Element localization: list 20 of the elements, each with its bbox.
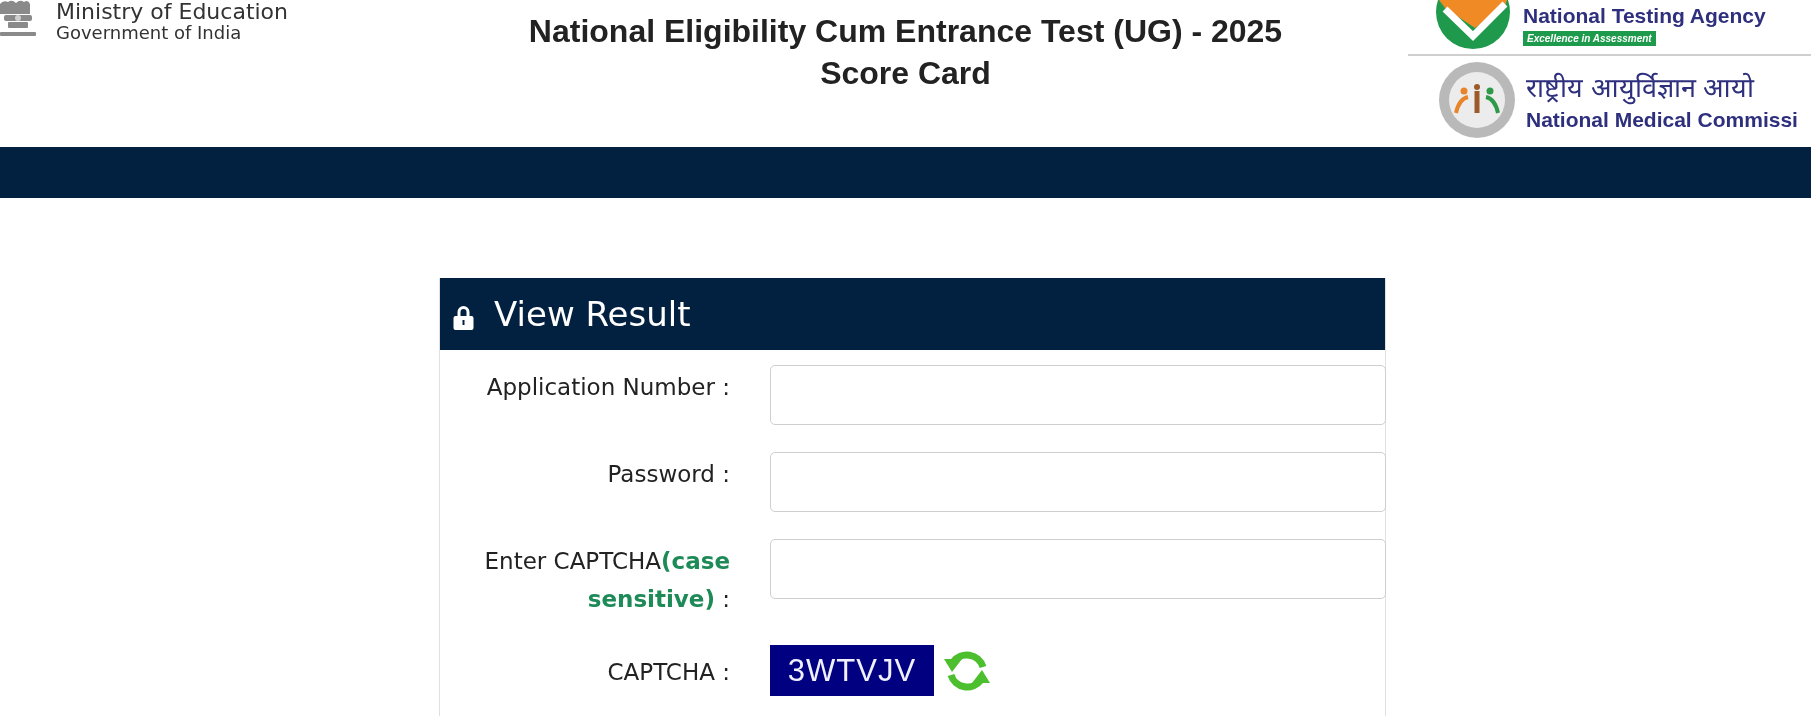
input-field[interactable] <box>770 365 1386 425</box>
emblem-icon <box>0 0 36 38</box>
field-label: Application Number : <box>485 373 730 402</box>
commission-name: National Medical Commissi <box>1526 108 1798 132</box>
panel-title: View Result <box>494 293 691 335</box>
agency-name: National Testing Agency <box>1523 4 1766 28</box>
field-label: Password : <box>606 460 730 489</box>
ministry-name: Ministry of Education <box>56 0 289 23</box>
lock-icon <box>453 304 474 330</box>
captcha-label: CAPTCHA : <box>606 658 730 687</box>
agency-tagline: Excellence in Assessment <box>1523 31 1656 46</box>
input-field[interactable] <box>770 539 1386 599</box>
commission-name-hindi: राष्ट्रीय आयुर्विज्ञान आयो <box>1526 71 1756 107</box>
captcha-image: 3WTVJV <box>770 645 934 696</box>
circular-emblem-icon <box>1438 61 1516 139</box>
page-title: National Eligibility Cum Entrance Test (UG) - 2025 <box>528 12 1283 51</box>
page-subtitle: Score Card <box>819 54 992 93</box>
input-field[interactable] <box>770 452 1386 512</box>
government-name: Government of India <box>56 23 243 42</box>
field-label: Enter CAPTCHA(case sensitive) : <box>483 547 730 614</box>
